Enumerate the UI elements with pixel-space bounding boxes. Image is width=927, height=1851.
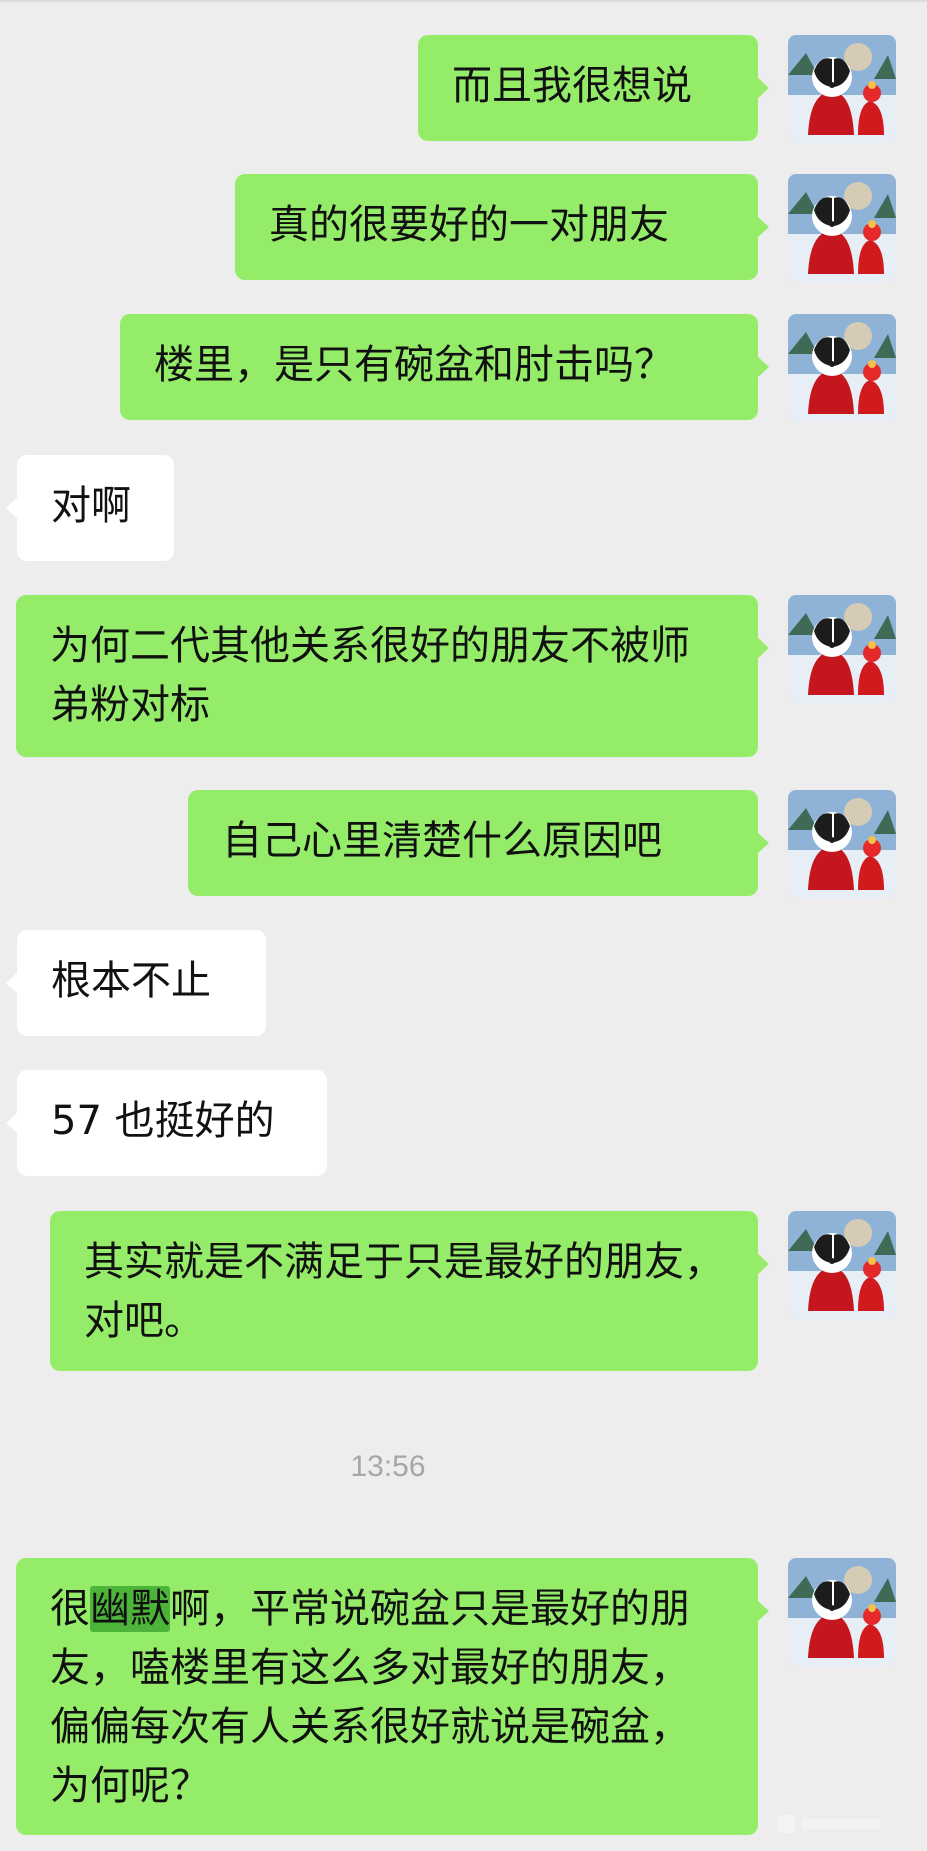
message-text-before: 很 — [50, 1586, 90, 1632]
message-bubble-sent[interactable]: 为何二代其他关系很好的朋友不被师弟粉对标 — [16, 595, 769, 757]
message-bubble-sent[interactable]: 其实就是不满足于只是最好的朋友，对吧。 — [50, 1211, 769, 1371]
message-bubble-received[interactable]: 对啊 — [6, 455, 174, 561]
message-bubble-received[interactable]: 根本不止 — [6, 930, 266, 1036]
avatar-icon[interactable] — [788, 595, 896, 703]
watermark-icon — [777, 1815, 881, 1833]
message-bubble-sent[interactable]: 而且我很想说 — [418, 35, 769, 141]
avatar-icon[interactable] — [788, 1211, 896, 1319]
highlighted-text[interactable]: 幽默 — [90, 1586, 170, 1632]
message-bubble-sent[interactable]: 真的很要好的一对朋友 — [235, 174, 769, 280]
message-bubble-received[interactable]: 57 也挺好的 — [6, 1070, 327, 1176]
timestamp: 13:56 — [350, 1450, 426, 1483]
message-bubble-sent[interactable]: 楼里，是只有碗盆和肘击吗？ — [120, 314, 769, 420]
message-bubble-sent[interactable]: 很幽默啊，平常说碗盆只是最好的朋友，嗑楼里有这么多对最好的朋友，偏偏每次有人关系… — [16, 1558, 769, 1835]
avatar-icon[interactable] — [788, 790, 896, 898]
avatar-icon[interactable] — [788, 174, 896, 282]
avatar-icon[interactable] — [788, 1558, 896, 1666]
top-divider — [0, 0, 927, 2]
avatar-icon[interactable] — [788, 35, 896, 143]
avatar-icon[interactable] — [788, 314, 896, 422]
message-bubble-sent[interactable]: 自己心里清楚什么原因吧 — [188, 790, 769, 896]
